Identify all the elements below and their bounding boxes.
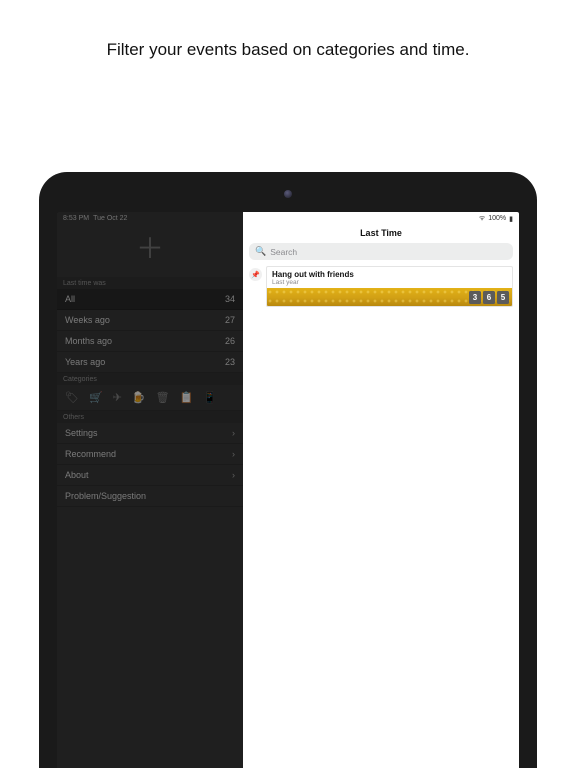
counter-digit: 5 — [497, 291, 509, 304]
sidebar: 8:53 PM Tue Oct 22 ＋ Last time was All 3… — [57, 212, 243, 768]
search-input[interactable]: 🔍 Search — [249, 243, 513, 260]
filter-count: 34 — [225, 294, 235, 304]
status-bar-right: ᯤ 100% ▮ — [243, 212, 519, 225]
marketing-caption: Filter your events based on categories a… — [0, 0, 576, 60]
filter-label: Months ago — [65, 336, 112, 346]
sidebar-item-recommend[interactable]: Recommend › — [57, 444, 243, 465]
counter-digit: 3 — [469, 291, 481, 304]
event-card[interactable]: Hang out with friends Last year 3 6 5 — [266, 266, 513, 307]
sidebar-item-label: Settings — [65, 428, 98, 438]
status-time: 8:53 PM — [63, 215, 89, 222]
sidebar-item-label: Problem/Suggestion — [65, 491, 146, 501]
clipboard-icon[interactable]: 📋 — [180, 391, 194, 404]
trash-icon[interactable]: 🗑 — [156, 391, 170, 404]
beer-icon[interactable]: 🍺 — [132, 391, 146, 404]
counter-digit: 6 — [483, 291, 495, 304]
event-title: Hang out with friends — [272, 270, 507, 279]
event-subtitle: Last year — [272, 279, 507, 286]
status-bar-left: 8:53 PM Tue Oct 22 — [57, 212, 243, 225]
filter-row-years[interactable]: Years ago 23 — [57, 352, 243, 373]
filter-row-all[interactable]: All 34 — [57, 289, 243, 310]
sidebar-item-settings[interactable]: Settings › — [57, 423, 243, 444]
main-pane: ᯤ 100% ▮ Last Time 🔍 Search 📌 Hang out w… — [243, 212, 519, 768]
filter-label: Weeks ago — [65, 315, 110, 325]
sidebar-item-label: Recommend — [65, 449, 116, 459]
filter-count: 23 — [225, 357, 235, 367]
section-header-categories: Categories — [57, 373, 243, 385]
add-button[interactable]: ＋ — [57, 225, 243, 277]
search-placeholder: Search — [270, 247, 297, 257]
chevron-right-icon: › — [232, 449, 235, 459]
page-title: Last Time — [243, 225, 519, 243]
filter-count: 27 — [225, 315, 235, 325]
filter-row-weeks[interactable]: Weeks ago 27 — [57, 310, 243, 331]
screen: 8:53 PM Tue Oct 22 ＋ Last time was All 3… — [57, 212, 519, 768]
tablet-frame: 8:53 PM Tue Oct 22 ＋ Last time was All 3… — [39, 172, 537, 768]
section-header-last-time: Last time was — [57, 277, 243, 289]
filter-count: 26 — [225, 336, 235, 346]
cart-icon[interactable]: 🛒 — [89, 391, 103, 404]
search-icon: 🔍 — [255, 246, 266, 257]
sidebar-item-about[interactable]: About › — [57, 465, 243, 486]
event-counter-strip: 3 6 5 — [267, 288, 512, 306]
chevron-right-icon: › — [232, 470, 235, 480]
phone-icon[interactable]: 📱 — [203, 391, 217, 404]
sidebar-item-label: About — [65, 470, 89, 480]
tag-icon[interactable]: 🏷 — [65, 391, 79, 404]
sidebar-item-problem[interactable]: Problem/Suggestion — [57, 486, 243, 507]
chevron-right-icon: › — [232, 428, 235, 438]
wifi-icon: ᯤ — [479, 214, 485, 223]
status-date: Tue Oct 22 — [93, 215, 127, 222]
filter-label: All — [65, 294, 75, 304]
battery-percent: 100% — [488, 215, 506, 222]
filter-label: Years ago — [65, 357, 105, 367]
plane-icon[interactable]: ✈ — [113, 391, 122, 404]
filter-row-months[interactable]: Months ago 26 — [57, 331, 243, 352]
pin-icon[interactable]: 📌 — [249, 268, 262, 281]
section-header-others: Others — [57, 411, 243, 423]
category-icon-row: 🏷 🛒 ✈ 🍺 🗑 📋 📱 — [57, 385, 243, 411]
camera-dot — [284, 190, 292, 198]
battery-icon: ▮ — [509, 215, 513, 223]
event-row: 📌 Hang out with friends Last year 3 6 5 — [243, 266, 519, 307]
